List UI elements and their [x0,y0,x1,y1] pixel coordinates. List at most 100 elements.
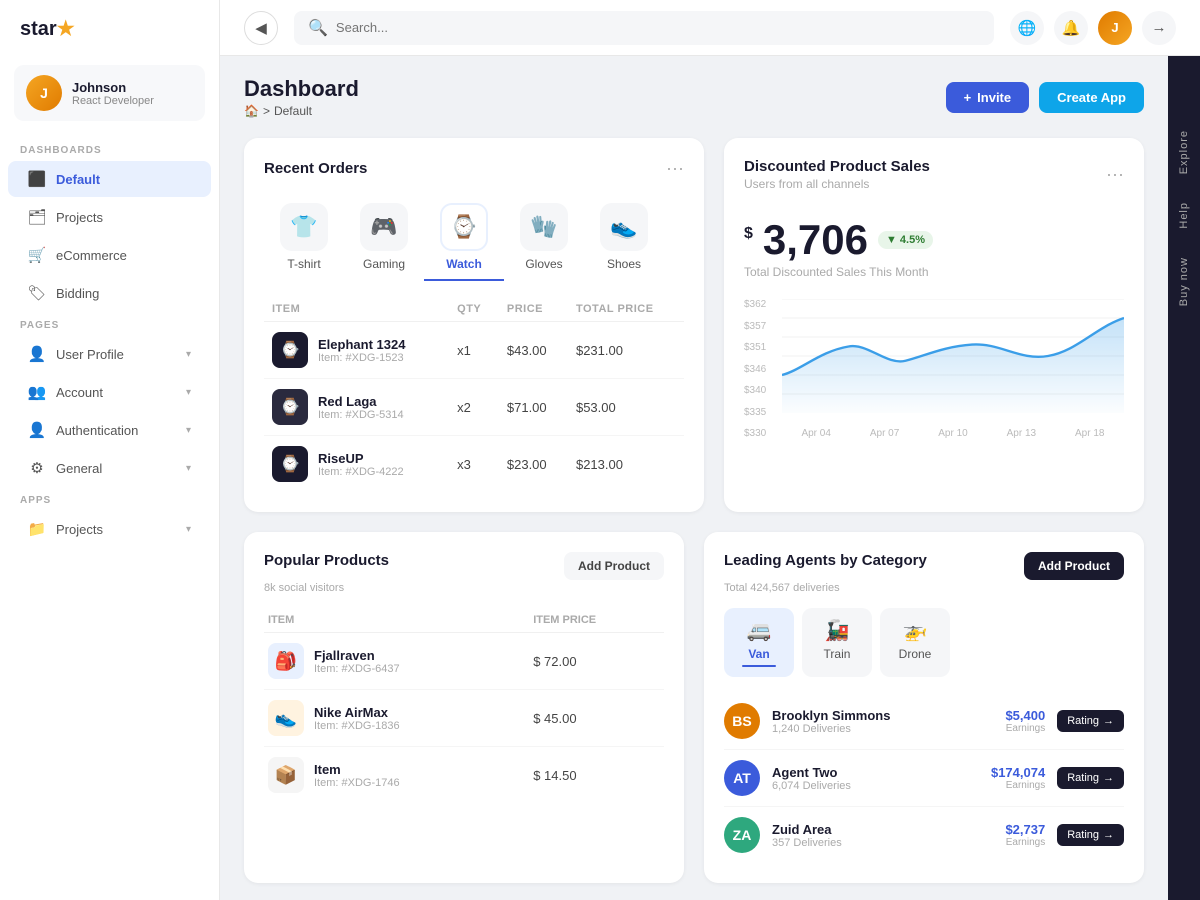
chart-x-label: Apr 07 [870,428,899,439]
chevron-down-icon: ▾ [186,425,191,436]
van-icon: 🚐 [747,618,772,643]
add-product-button-agents[interactable]: Add Product [1024,552,1124,580]
sidebar-item-default[interactable]: ⬛ Default [8,161,211,197]
logo-text: star★ [20,16,75,41]
item-qty: x3 [449,436,499,493]
agent-tab-label: Drone [899,647,932,661]
explore-item[interactable]: Explore [1178,116,1190,188]
rating-button[interactable]: Rating → [1057,710,1124,732]
table-row: ⌚ Elephant 1324 Item: #XDG-1523 x1 [264,322,684,379]
agent-row: AT Agent Two 6,074 Deliveries $174,074 E… [724,750,1124,807]
arrow-right-icon: → [1103,715,1114,727]
table-row: ⌚ Red Laga Item: #XDG-5314 x2 [264,379,684,436]
rating-label: Rating [1067,715,1099,727]
tshirt-icon: 👕 [280,203,328,251]
more-options-icon[interactable]: ··· [666,158,684,179]
item-cell: ⌚ RiseUP Item: #XDG-4222 [272,446,441,482]
cat-tab-watch[interactable]: ⌚ Watch [424,195,504,281]
header-actions: + Invite Create App [946,82,1144,113]
cat-tab-label: Watch [446,257,482,271]
discount-amount: $ 3,706 ▼ 4.5% [744,219,1124,261]
agent-tab-train[interactable]: 🚂 Train [802,608,872,677]
item-total: $213.00 [568,436,684,493]
collapse-sidebar-button[interactable]: ◀ [244,11,278,45]
sidebar-item-user-profile[interactable]: 👤 User Profile ▾ [8,336,211,372]
main: ◀ 🔍 🌐 🔔 J → Dashboard 🏠 > [220,0,1200,900]
item-sku: Item: #XDG-4222 [318,466,404,478]
arrow-down-icon: ▼ [886,234,897,246]
sidebar-item-label: Projects [56,210,103,225]
cat-tab-label: Gloves [525,257,562,271]
globe-icon-button[interactable]: 🌐 [1010,11,1044,45]
more-options-icon[interactable]: ··· [1106,164,1124,185]
help-item[interactable]: Help [1178,188,1190,243]
cat-tab-gaming[interactable]: 🎮 Gaming [344,195,424,281]
agent-earnings-block: $5,400 Earnings [975,708,1045,734]
chart-x-labels: Apr 04 Apr 07 Apr 10 Apr 13 Apr 18 [782,428,1124,439]
sidebar-user[interactable]: J Johnson React Developer [14,65,205,121]
section-dashboards: DASHBOARDS [0,137,219,160]
agent-details: Brooklyn Simmons 1,240 Deliveries [772,708,963,735]
sidebar-item-authentication[interactable]: 👤 Authentication ▾ [8,412,211,448]
sidebar-item-ecommerce[interactable]: 🛒 eCommerce [8,237,211,273]
search-bar[interactable]: 🔍 [294,11,994,45]
item-sku: Item: #XDG-5314 [318,409,404,421]
create-app-button[interactable]: Create App [1039,82,1144,113]
agent-earnings-label: Earnings [975,837,1045,848]
sidebar-item-projects-app[interactable]: 📁 Projects ▾ [8,511,211,547]
arrow-right-icon-button[interactable]: → [1142,11,1176,45]
item-thumbnail: 🎒 [268,643,304,679]
cat-tab-gloves[interactable]: 🧤 Gloves [504,195,584,281]
rating-button[interactable]: Rating → [1057,824,1124,846]
section-pages: PAGES [0,312,219,335]
rating-label: Rating [1067,772,1099,784]
sidebar-item-label: eCommerce [56,248,127,263]
notification-icon-button[interactable]: 🔔 [1054,11,1088,45]
item-sku: Item: #XDG-6437 [314,663,400,675]
bottom-grid: Popular Products Add Product 8k social v… [244,532,1144,883]
content: Dashboard 🏠 > Default + Invite Create Ap… [220,56,1168,900]
cat-tab-label: Gaming [363,257,405,271]
chevron-down-icon: ▾ [186,387,191,398]
buy-now-item[interactable]: Buy now [1178,243,1190,320]
cat-tab-tshirt[interactable]: 👕 T-shirt [264,195,344,281]
agent-tab-drone[interactable]: 🚁 Drone [880,608,950,677]
projects-app-icon: 📁 [28,520,46,538]
user-avatar-button[interactable]: J [1098,11,1132,45]
watch-icon: ⌚ [440,203,488,251]
chart-x-label: Apr 04 [801,428,830,439]
col-item: ITEM [264,608,529,633]
rating-label: Rating [1067,829,1099,841]
rating-button[interactable]: Rating → [1057,767,1124,789]
chevron-down-icon: ▾ [186,524,191,535]
popular-products-title: Popular Products [264,552,389,569]
main-content-wrapper: Dashboard 🏠 > Default + Invite Create Ap… [220,56,1200,900]
item-cell: 👟 Nike AirMax Item: #XDG-1836 [268,700,525,736]
sidebar-logo: star★ [0,0,219,57]
search-input[interactable] [336,20,980,35]
agent-name: Zuid Area [772,822,963,837]
sidebar-item-general[interactable]: ⚙ General ▾ [8,450,211,486]
chevron-down-icon: ▾ [186,349,191,360]
agent-tab-van[interactable]: 🚐 Van [724,608,794,677]
sidebar-item-projects[interactable]: 🗂 Projects [8,199,211,235]
table-row: 📦 Item Item: #XDG-1746 $ 14.50 [264,747,664,804]
agents-subtitle: Total 424,567 deliveries [724,582,1124,594]
add-product-button[interactable]: Add Product [564,552,664,580]
chart-y-label: $351 [744,342,766,353]
tab-underline [820,665,854,667]
chart-y-label: $346 [744,364,766,375]
agent-earnings-block: $2,737 Earnings [975,822,1045,848]
breadcrumb-current: Default [274,104,312,118]
chart-y-label: $362 [744,299,766,310]
cat-tab-label: T-shirt [287,257,320,271]
item-name: Red Laga [318,394,404,409]
right-sidebar: Explore Help Buy now [1168,56,1200,900]
sidebar-item-account[interactable]: 👥 Account ▾ [8,374,211,410]
agent-deliveries: 1,240 Deliveries [772,723,963,735]
leading-agents-card: Leading Agents by Category Add Product T… [704,532,1144,883]
sidebar: star★ J Johnson React Developer DASHBOAR… [0,0,220,900]
invite-button[interactable]: + Invite [946,82,1030,113]
sidebar-item-bidding[interactable]: 🏷 Bidding [8,275,211,311]
cat-tab-shoes[interactable]: 👟 Shoes [584,195,664,281]
